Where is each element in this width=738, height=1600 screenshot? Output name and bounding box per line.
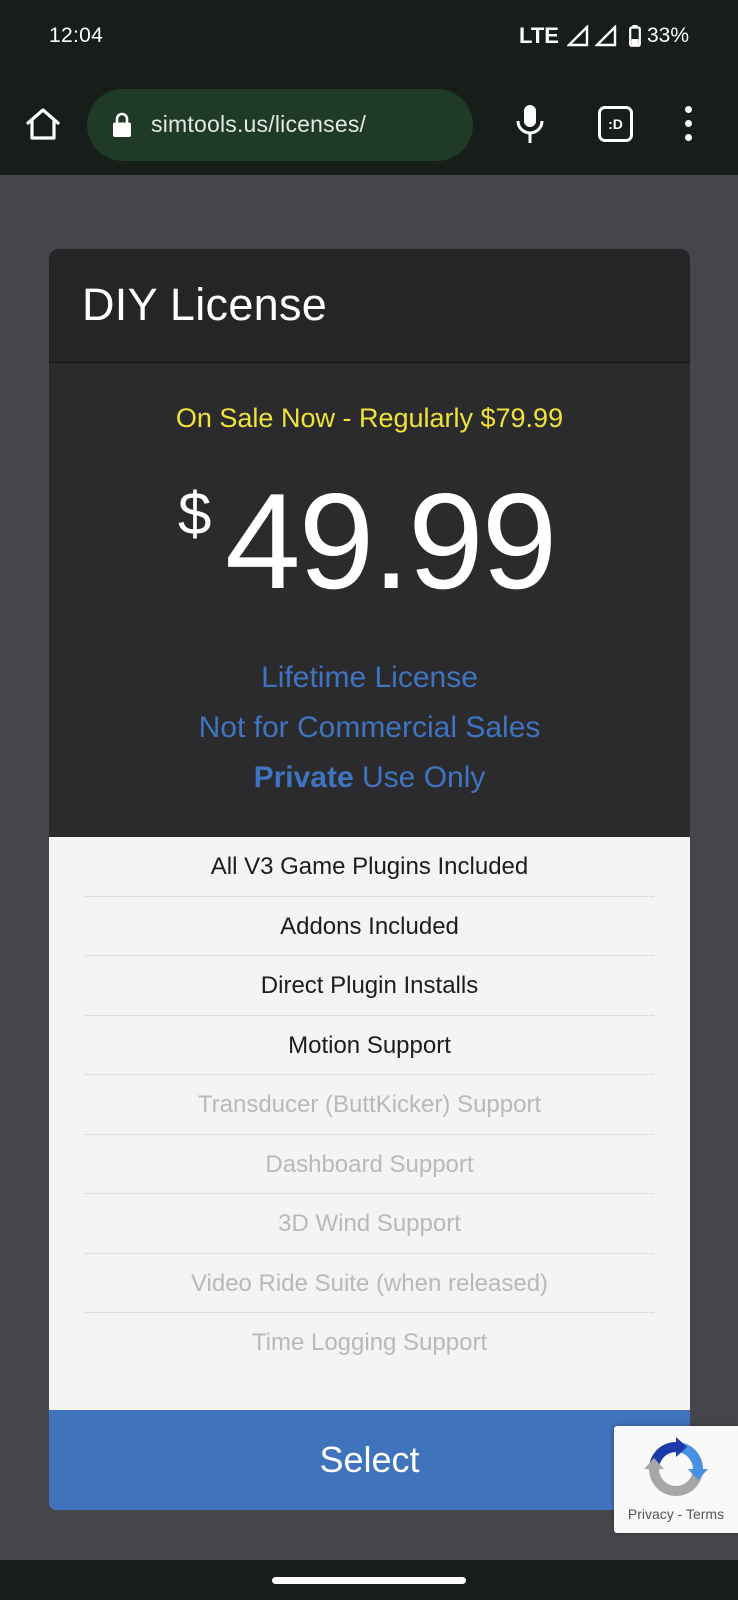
- signal-icon: [566, 25, 589, 47]
- lock-icon: [113, 112, 131, 137]
- network-type: LTE: [519, 23, 559, 48]
- price-value: 49.99: [225, 465, 557, 617]
- feature-item: Motion Support: [85, 1016, 654, 1075]
- feature-item: Addons Included: [85, 897, 654, 956]
- feature-item: All V3 Game Plugins Included: [85, 837, 654, 897]
- privacy-link[interactable]: Privacy: [628, 1506, 674, 1522]
- term-private: Private Use Only: [49, 753, 690, 803]
- price-currency: $: [178, 480, 212, 547]
- more-vert-icon[interactable]: [676, 106, 700, 144]
- browser-toolbar: simtools.us/licenses/ :D: [0, 75, 738, 175]
- term-private-bold: Private: [253, 761, 354, 794]
- card-header: DIY License: [49, 249, 690, 363]
- home-gesture-handle[interactable]: [272, 1577, 466, 1584]
- recaptcha-badge: Privacy - Terms: [614, 1426, 738, 1533]
- link-separator: -: [673, 1506, 686, 1522]
- home-icon[interactable]: [24, 105, 62, 143]
- license-card: DIY License On Sale Now - Regularly $79.…: [49, 249, 690, 1510]
- status-bar: 12:04 LTE 33%: [0, 0, 738, 75]
- sale-banner: On Sale Now - Regularly $79.99: [175, 403, 564, 433]
- feature-item-disabled: Dashboard Support: [85, 1135, 654, 1194]
- feature-list: All V3 Game Plugins Included Addons Incl…: [49, 837, 690, 1373]
- price-block: On Sale Now - Regularly $79.99 $ 49.99 L…: [49, 363, 690, 837]
- feature-item: Direct Plugin Installs: [85, 956, 654, 1016]
- battery-level: 33%: [646, 24, 689, 47]
- feature-item-disabled: Transducer (ButtKicker) Support: [85, 1075, 654, 1135]
- battery-icon: [629, 25, 641, 47]
- term-lifetime: Lifetime License: [261, 661, 478, 694]
- feature-item-disabled: Time Logging Support: [251, 1329, 488, 1356]
- license-terms: Lifetime License Not for Commercial Sale…: [49, 653, 690, 803]
- feature-item-disabled: 3D Wind Support: [85, 1194, 654, 1254]
- recaptcha-icon[interactable]: [643, 1436, 709, 1502]
- status-icons: LTE 33%: [519, 22, 689, 50]
- terms-link[interactable]: Terms: [686, 1506, 724, 1522]
- status-time: 12:04: [49, 24, 104, 47]
- url-text: simtools.us/licenses/: [151, 111, 367, 137]
- license-title: DIY License: [82, 279, 328, 330]
- navigation-bar: [0, 1560, 738, 1600]
- address-bar[interactable]: simtools.us/licenses/: [87, 89, 473, 161]
- select-button[interactable]: Select: [49, 1410, 690, 1510]
- recaptcha-links: Privacy - Terms: [614, 1506, 738, 1522]
- tab-switcher-icon[interactable]: :D: [598, 106, 633, 142]
- mic-icon[interactable]: [514, 103, 546, 145]
- signal-icon: [594, 25, 617, 47]
- feature-item-disabled: Video Ride Suite (when released): [85, 1254, 654, 1313]
- term-private-rest: Use Only: [353, 761, 486, 794]
- term-commercial: Not for Commercial Sales: [198, 711, 541, 744]
